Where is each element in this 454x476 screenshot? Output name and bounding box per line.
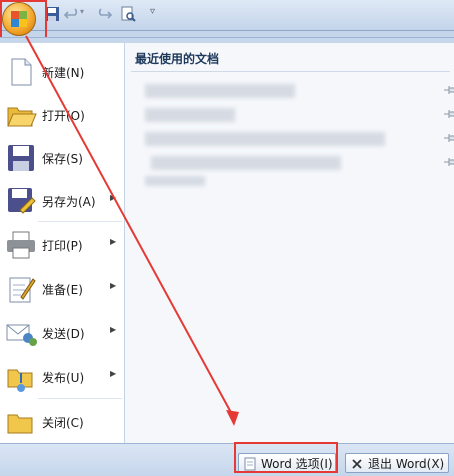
new-document-icon: [11, 58, 32, 86]
blurred-filename: [151, 156, 341, 170]
blurred-filename: [145, 84, 295, 98]
menu-divider: [38, 221, 122, 222]
send-icon: [6, 324, 37, 346]
menu-command-list: 新建(N) 打开(O) 保存(S) 另存为(A) ▶ 打印(P) ▶ 准备(E)…: [0, 43, 125, 443]
submenu-arrow-icon: ▶: [110, 369, 117, 378]
recent-document-item[interactable]: [137, 108, 454, 122]
menu-item-close[interactable]: 关闭(C): [0, 402, 124, 442]
close-x-icon: [352, 459, 362, 469]
submenu-arrow-icon: ▶: [110, 325, 117, 334]
quick-access-toolbar: ▾ ▿: [0, 0, 454, 36]
undo-icon[interactable]: [64, 6, 80, 22]
customize-toolbar-icon[interactable]: ▿: [150, 6, 155, 17]
menu-item-open[interactable]: 打开(O): [0, 95, 124, 135]
recent-documents-panel: 最近使用的文档: [125, 43, 454, 443]
recent-documents-title: 最近使用的文档: [135, 52, 220, 66]
menu-item-send[interactable]: 发送(D) ▶: [0, 313, 124, 353]
recent-document-item[interactable]: [137, 132, 454, 146]
prepare-document-icon: [9, 277, 36, 303]
undo-dropdown-icon[interactable]: ▾: [80, 7, 84, 16]
open-folder-icon: [7, 107, 37, 127]
blurred-filename: [145, 132, 385, 146]
blurred-filename: [145, 108, 235, 122]
menu-item-print[interactable]: 打印(P) ▶: [0, 225, 124, 265]
blurred-filename: [145, 176, 205, 186]
highlight-box-word-options: [234, 442, 338, 473]
office-menu: 新建(N) 打开(O) 保存(S) 另存为(A) ▶ 打印(P) ▶ 准备(E)…: [0, 37, 454, 476]
menu-divider: [38, 398, 122, 399]
pin-icon[interactable]: [443, 84, 454, 96]
highlight-box-office-button: [0, 0, 47, 42]
menu-item-save-as[interactable]: 另存为(A) ▶: [0, 181, 124, 221]
print-preview-icon[interactable]: [120, 6, 136, 22]
submenu-arrow-icon: ▶: [110, 237, 117, 246]
menu-footer: Word 选项(I) 退出 Word(X): [0, 443, 454, 476]
recent-divider: [131, 71, 450, 72]
pin-icon[interactable]: [443, 132, 454, 144]
redo-icon[interactable]: [96, 6, 112, 22]
menu-item-prepare[interactable]: 准备(E) ▶: [0, 269, 124, 309]
save-as-icon: [8, 188, 36, 214]
recent-document-item[interactable]: [137, 156, 454, 170]
submenu-arrow-icon: ▶: [110, 193, 117, 202]
exit-word-button[interactable]: 退出 Word(X): [345, 453, 449, 473]
publish-folder-icon: [7, 369, 33, 392]
menu-item-publish[interactable]: 发布(U) ▶: [0, 357, 124, 397]
recent-document-item[interactable]: [137, 84, 454, 98]
menu-item-new[interactable]: 新建(N): [0, 52, 124, 92]
close-folder-icon: [7, 414, 33, 434]
pin-icon[interactable]: [443, 108, 454, 120]
submenu-arrow-icon: ▶: [110, 281, 117, 290]
recent-document-item[interactable]: [137, 176, 437, 190]
printer-icon: [7, 231, 35, 259]
menu-item-save[interactable]: 保存(S): [0, 138, 124, 178]
pin-icon[interactable]: [443, 156, 454, 168]
save-disk-icon: [8, 145, 34, 171]
